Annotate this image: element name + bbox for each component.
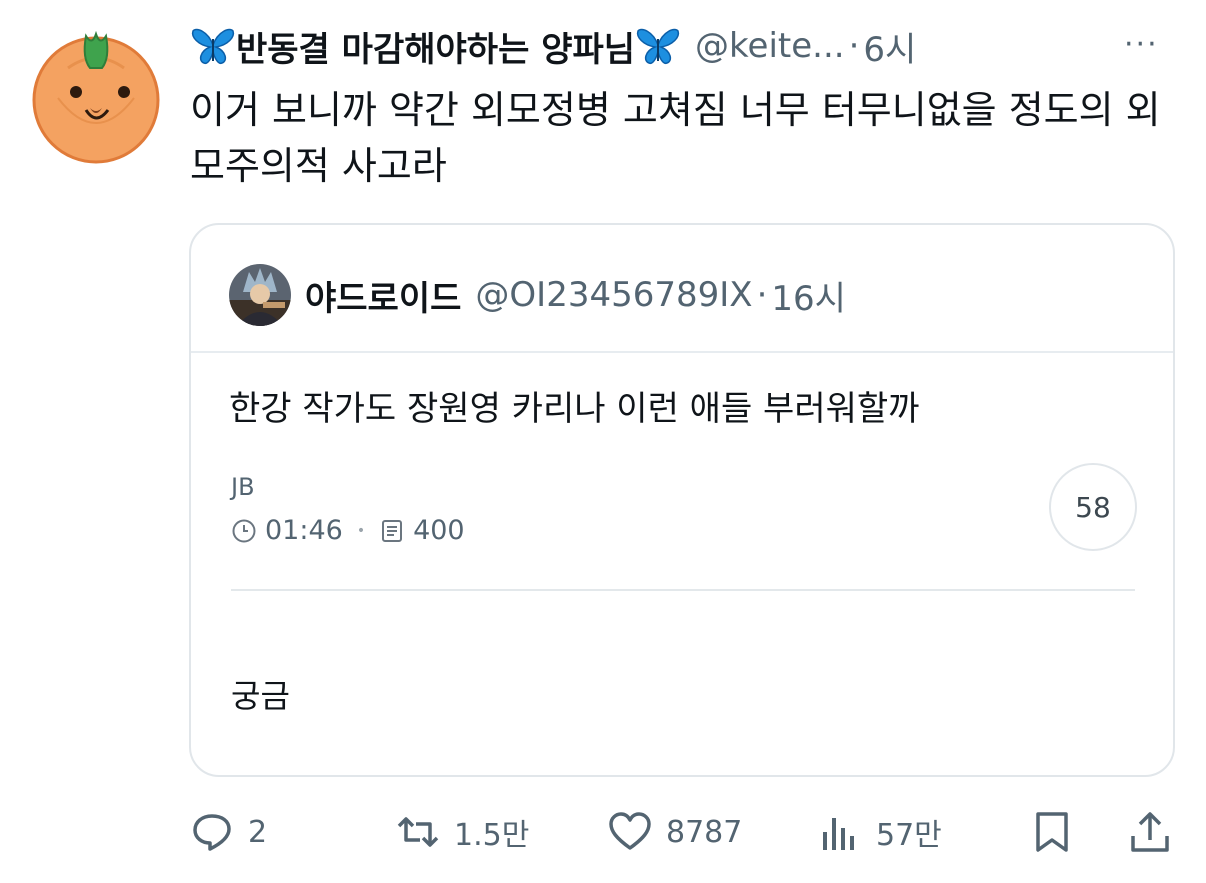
author-name-group[interactable]: 반동결 마감해야하는 양파님 [190, 22, 681, 71]
share-button[interactable] [1128, 806, 1186, 858]
divider [231, 589, 1135, 591]
post-clock-time: 01:46 [265, 515, 343, 546]
views-count: 57만 [876, 818, 942, 853]
quoted-tweet-card[interactable]: 야드로이드 @OI23456789IX · 16시 한강 작가도 장원영 카리나… [189, 223, 1175, 777]
retweet-icon [397, 817, 439, 847]
tweet-header: 반동결 마감해야하는 양파님 @keite... · 6시 [190, 18, 1180, 74]
more-options-button[interactable]: ··· [1124, 30, 1159, 60]
document-icon [382, 519, 403, 542]
action-bar: 2 1.5만 8787 57만 [190, 806, 1180, 858]
quoted-tweet-time[interactable]: 16시 [771, 271, 846, 320]
quoted-comment-text: 궁금 [231, 677, 290, 715]
bookmark-button[interactable] [1030, 806, 1088, 858]
separator-dot: · [756, 275, 768, 315]
butterfly-icon [636, 28, 680, 65]
retweet-count: 1.5만 [454, 818, 530, 853]
separator-dot: · [848, 26, 860, 66]
quoted-author-name[interactable]: 야드로이드 [305, 271, 461, 320]
butterfly-icon [191, 28, 235, 65]
like-button[interactable]: 8787 [608, 806, 742, 858]
views-icon [823, 818, 854, 850]
quoted-author-avatar[interactable] [229, 264, 291, 326]
retweet-button[interactable]: 1.5만 [396, 806, 529, 858]
post-meta: 01:46 • 400 [231, 515, 465, 546]
tweet-time[interactable]: 6시 [863, 22, 916, 71]
meta-separator: • [356, 522, 366, 539]
post-doc-count: 400 [413, 515, 465, 546]
reply-icon [193, 814, 231, 851]
tweet-text: 이거 보니까 약간 외모정병 고쳐짐 너무 터무니없을 정도의 외모주의적 사고… [190, 88, 1161, 188]
heart-icon [609, 812, 651, 850]
quoted-author-handle[interactable]: @OI23456789IX [475, 275, 752, 315]
quoted-tweet-text: 한강 작가도 장원영 카리나 이런 애들 부러워할까 [229, 389, 920, 429]
divider [191, 351, 1173, 353]
clock-icon [232, 519, 256, 542]
author-avatar[interactable] [28, 28, 164, 164]
author-handle[interactable]: @keite... [695, 26, 845, 66]
bookmark-icon [1036, 812, 1068, 852]
views-button[interactable]: 57만 [818, 806, 942, 858]
post-source-label: JB [231, 473, 255, 501]
share-icon [1131, 812, 1169, 852]
author-name[interactable]: 반동결 마감해야하는 양파님 [236, 22, 635, 71]
reply-count: 2 [248, 814, 268, 850]
comment-count-badge[interactable]: 58 [1049, 463, 1137, 551]
quoted-tweet-header: 야드로이드 @OI23456789IX · 16시 [229, 263, 846, 327]
reply-button[interactable]: 2 [190, 806, 267, 858]
like-count: 8787 [666, 814, 743, 850]
